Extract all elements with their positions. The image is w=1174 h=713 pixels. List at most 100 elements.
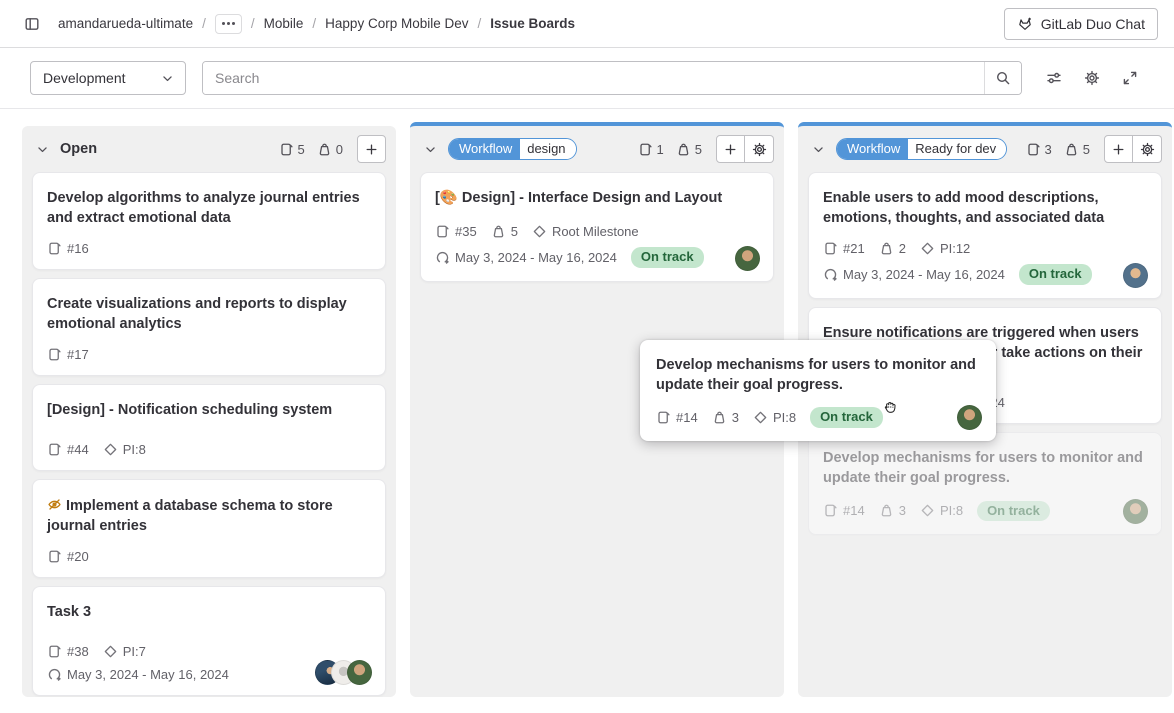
column-issue-count: 3 (1026, 142, 1052, 157)
issue-icon (47, 644, 62, 659)
weight-icon (712, 410, 727, 425)
milestone-icon (103, 644, 118, 659)
board-config-button[interactable] (1076, 62, 1108, 94)
weight-icon (676, 142, 691, 157)
assignee-avatars (1123, 263, 1148, 288)
issue-card[interactable]: [🎨 Design] - Interface Design and Layout… (420, 172, 774, 282)
duo-chat-label: GitLab Duo Chat (1041, 16, 1145, 32)
dragged-issue-card[interactable]: Develop mechanisms for users to monitor … (640, 340, 996, 441)
scoped-label[interactable]: Workflow design (448, 138, 577, 160)
column-weight-count: 0 (317, 142, 343, 157)
grabbing-cursor-icon (880, 397, 901, 418)
fullscreen-button[interactable] (1114, 62, 1146, 94)
list-settings-button[interactable] (1133, 135, 1162, 163)
issue-reference: #16 (47, 241, 89, 256)
issue-icon (638, 142, 653, 157)
issue-card[interactable]: Create visualizations and reports to dis… (32, 278, 386, 376)
gear-icon (752, 142, 767, 157)
confidential-eye-slash-icon (47, 497, 62, 512)
issue-reference: #21 (823, 241, 865, 256)
board-switcher-dropdown[interactable]: Development (30, 61, 186, 95)
plus-icon (723, 142, 738, 157)
issue-icon (1026, 142, 1041, 157)
sidebar-icon (24, 16, 40, 32)
issue-milestone: PI:12 (920, 241, 970, 256)
issue-card[interactable]: Enable users to add mood descriptions, e… (808, 172, 1162, 299)
issue-title[interactable]: [🎨 Design] - Interface Design and Layout (435, 188, 759, 208)
plus-icon (1111, 142, 1126, 157)
issue-icon (47, 549, 62, 564)
collapse-column-button[interactable] (30, 137, 54, 161)
avatar (957, 405, 982, 430)
issue-title[interactable]: Enable users to add mood descriptions, e… (823, 188, 1147, 228)
board-filters-button[interactable] (1038, 62, 1070, 94)
issue-card[interactable]: Develop algorithms to analyze journal en… (32, 172, 386, 270)
weight-icon (1064, 142, 1079, 157)
issue-reference: #14 (823, 503, 865, 518)
breadcrumb-group[interactable]: Mobile (264, 16, 304, 31)
issue-reference: #14 (656, 410, 698, 425)
chevron-down-icon (35, 142, 50, 157)
health-status-badge: On track (977, 501, 1050, 522)
issue-title[interactable]: [Design] - Notification scheduling syste… (47, 400, 371, 420)
label-scope: Workflow (449, 139, 520, 159)
collapse-column-button[interactable] (806, 137, 830, 161)
issue-icon (47, 241, 62, 256)
issue-icon (823, 241, 838, 256)
health-status-badge: On track (631, 247, 704, 268)
issue-card[interactable]: Implement a database schema to store jou… (32, 479, 386, 578)
avatar[interactable] (347, 660, 372, 685)
avatar[interactable] (1123, 263, 1148, 288)
assignee-avatars (315, 660, 372, 685)
search-submit-button[interactable] (984, 62, 1021, 94)
collapse-column-button[interactable] (418, 137, 442, 161)
avatar (1123, 499, 1148, 524)
milestone-icon (532, 224, 547, 239)
issue-title[interactable]: Create visualizations and reports to dis… (47, 294, 371, 334)
assignee-avatars (957, 405, 982, 430)
issue-icon (47, 442, 62, 457)
issue-weight: 5 (491, 224, 518, 239)
issue-icon (47, 347, 62, 362)
breadcrumb-separator: / (477, 16, 481, 31)
issue-title[interactable]: Task 3 (47, 602, 371, 622)
milestone-icon (753, 410, 768, 425)
issue-title[interactable]: Implement a database schema to store jou… (47, 495, 371, 536)
column-weight-count: 5 (1064, 142, 1090, 157)
tanuki-ai-icon (1017, 16, 1033, 32)
search-input[interactable] (203, 62, 984, 94)
list-settings-button[interactable] (745, 135, 774, 163)
issue-card[interactable]: Task 3 #38 PI:7 May 3, 2024 - May 16, 20… (32, 586, 386, 696)
gear-icon (1084, 70, 1100, 86)
avatar[interactable] (735, 246, 760, 271)
column-weight-count: 5 (676, 142, 702, 157)
label-value: design (520, 139, 575, 159)
gitlab-duo-chat-button[interactable]: GitLab Duo Chat (1004, 8, 1158, 40)
sidebar-toggle-button[interactable] (16, 8, 48, 40)
breadcrumb-ellipsis-button[interactable] (215, 14, 242, 34)
add-issue-button[interactable] (716, 135, 745, 163)
issue-dates: May 3, 2024 - May 16, 2024 (47, 667, 229, 682)
add-issue-button[interactable] (357, 135, 386, 163)
breadcrumb-separator: / (202, 16, 206, 31)
board-filter-bar: Development (0, 48, 1174, 109)
issue-dates: May 3, 2024 - May 16, 2024 (823, 267, 1005, 282)
issue-icon (656, 410, 671, 425)
add-issue-button[interactable] (1104, 135, 1133, 163)
issue-reference: #20 (47, 549, 89, 564)
gear-icon (1140, 142, 1155, 157)
issue-card[interactable]: [Design] - Notification scheduling syste… (32, 384, 386, 471)
breadcrumb-current-page: Issue Boards (490, 16, 575, 31)
issue-weight: 2 (879, 241, 906, 256)
search-field-wrapper (202, 61, 1022, 95)
issue-icon (279, 142, 294, 157)
assignee-avatars (1123, 499, 1148, 524)
breadcrumb-separator: / (312, 16, 316, 31)
iteration-icon (47, 667, 62, 682)
column-header: Open 5 0 (22, 126, 396, 170)
breadcrumb-subgroup[interactable]: Happy Corp Mobile Dev (325, 16, 468, 31)
breadcrumb-project[interactable]: amandarueda-ultimate (58, 16, 193, 31)
scoped-label[interactable]: Workflow Ready for dev (836, 138, 1007, 160)
issue-title[interactable]: Develop algorithms to analyze journal en… (47, 188, 371, 228)
chevron-down-icon (423, 142, 438, 157)
